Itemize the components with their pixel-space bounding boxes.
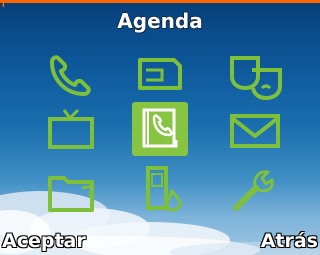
menu-item-phone[interactable] bbox=[44, 48, 108, 104]
sim-card-icon bbox=[138, 58, 182, 90]
folder-icon bbox=[48, 176, 94, 212]
menu-item-tv[interactable] bbox=[40, 102, 104, 158]
menu-item-messages[interactable] bbox=[224, 104, 288, 160]
phone-icon bbox=[50, 55, 91, 96]
envelope-icon bbox=[230, 114, 280, 148]
menu-item-settings[interactable] bbox=[222, 162, 286, 218]
menu-item-sim[interactable] bbox=[128, 48, 192, 104]
menu-item-themes[interactable] bbox=[224, 48, 288, 104]
softkey-accept[interactable]: Aceptar bbox=[2, 228, 86, 254]
softkey-back[interactable]: Atrás bbox=[261, 228, 318, 254]
menu-item-files[interactable] bbox=[40, 164, 104, 220]
phone-screen: ı Agenda Aceptar Atrás bbox=[0, 0, 320, 255]
phonebook-icon bbox=[142, 108, 178, 148]
phone-settings-icon bbox=[146, 166, 182, 212]
menu-item-phonebook[interactable] bbox=[128, 100, 192, 156]
menu-item-phone-settings[interactable] bbox=[130, 160, 194, 216]
tv-icon bbox=[48, 108, 94, 149]
wrench-icon bbox=[233, 170, 274, 211]
theme-masks-icon bbox=[230, 56, 282, 101]
menu-grid bbox=[0, 0, 320, 255]
